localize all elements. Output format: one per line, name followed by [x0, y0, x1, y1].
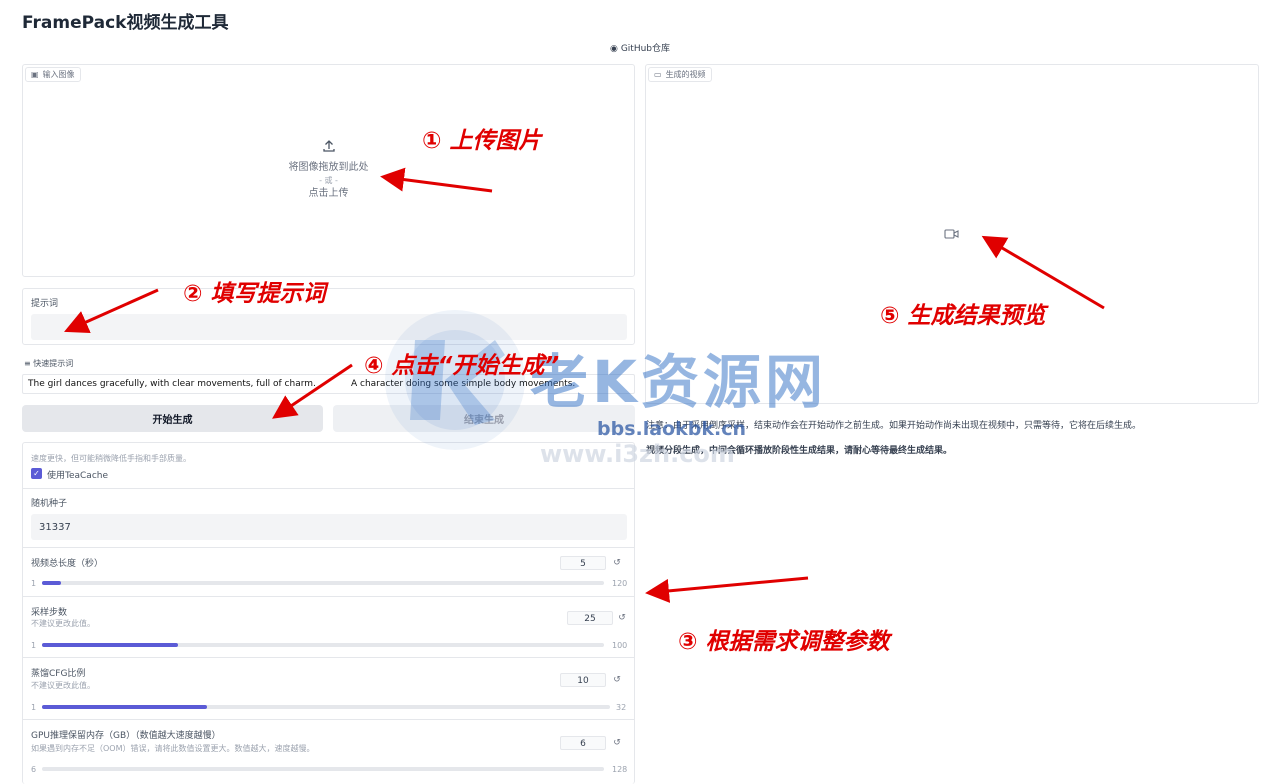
annotation-upload: ① 上传图片 — [422, 128, 542, 154]
arrow-3 — [645, 576, 809, 603]
annotation-params: ③ 根据需求调整参数 — [678, 629, 890, 655]
annotation-prompt: ② 填写提示词 — [183, 281, 326, 307]
arrow-4 — [272, 363, 353, 419]
arrow-1 — [380, 167, 493, 193]
arrow-2 — [64, 288, 159, 334]
annotation-preview: ⑤ 生成结果预览 — [880, 303, 1046, 329]
annotation-start: ④ 点击“开始生成” — [364, 353, 560, 379]
annotation-arrows — [64, 167, 1105, 603]
